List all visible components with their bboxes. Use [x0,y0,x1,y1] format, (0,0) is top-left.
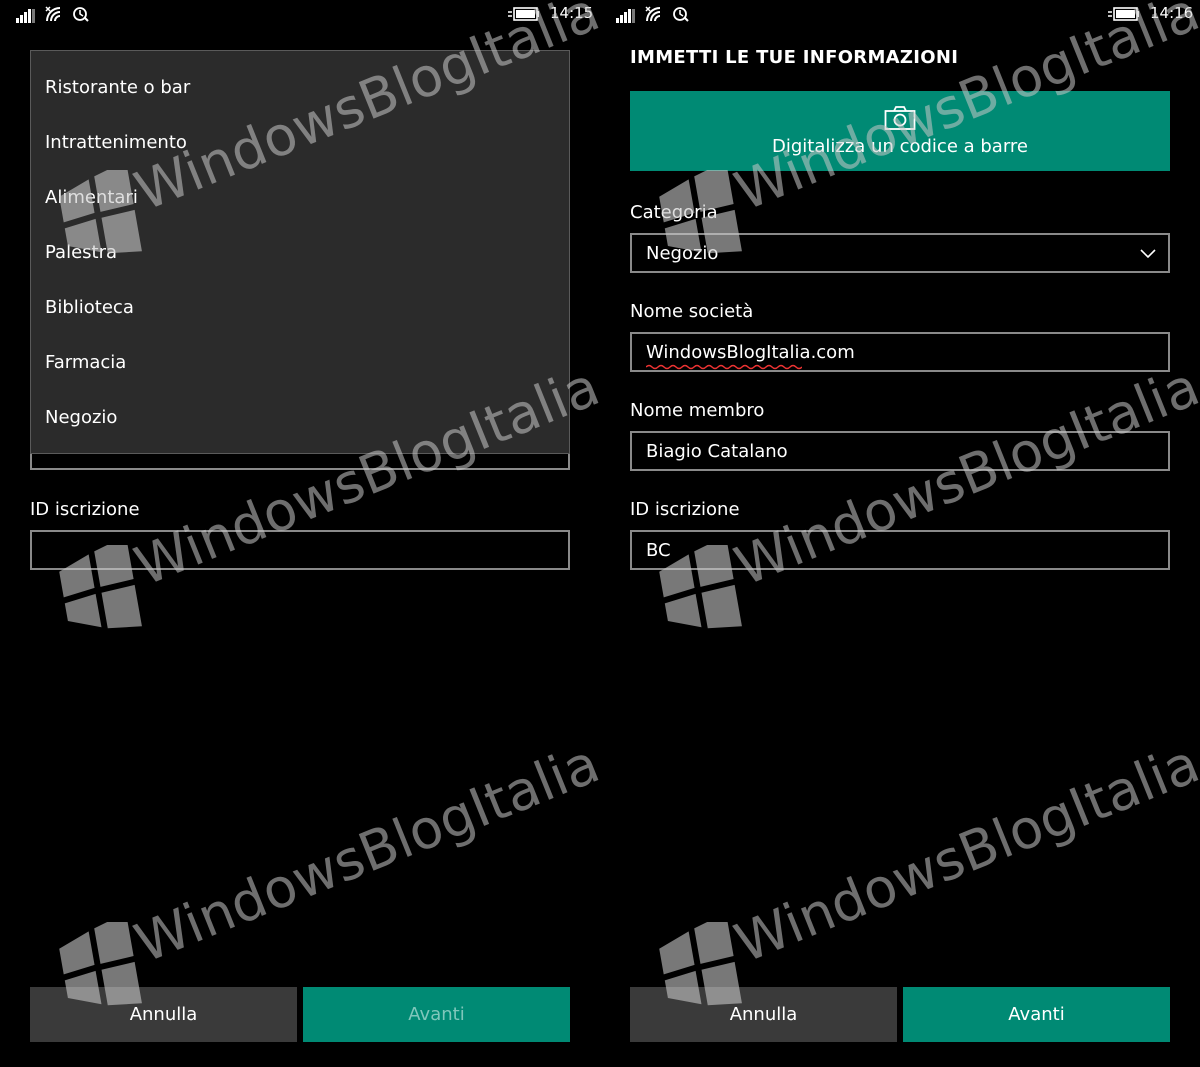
category-label: Categoria [630,202,718,223]
dropdown-option-palestra[interactable]: Palestra [45,242,117,263]
cancel-button[interactable]: Annulla [30,987,297,1042]
battery-icon [1108,7,1139,21]
status-time: 14:15 [550,4,594,22]
screen-enter-information: 14:16 IMMETTI LE TUE INFORMAZIONI Digita… [600,0,1200,1067]
dropdown-option-farmacia[interactable]: Farmacia [45,352,126,373]
signal-icon [16,5,36,23]
wifi-icon [645,6,661,22]
watermark-text: WindowsBlogItalia [126,731,600,975]
quiet-hours-icon [673,7,689,22]
chevron-down-icon [1140,249,1156,259]
next-button[interactable]: Avanti [303,987,570,1042]
id-label: ID iscrizione [30,499,140,520]
id-label: ID iscrizione [630,499,740,520]
member-label: Nome membro [630,400,765,421]
company-input-value: WindowsBlogItalia.com [646,342,855,363]
screen-category-dropdown: 14:15 Ristorante o bar Intrattenimento A… [0,0,600,1067]
scan-barcode-button[interactable]: Digitalizza un codice a barre [630,91,1170,171]
category-dropdown-list[interactable]: Ristorante o bar Intrattenimento Aliment… [30,50,570,454]
signal-icon [616,5,636,23]
watermark: WindowsBlogItalia [655,732,1200,1012]
company-label: Nome società [630,301,754,322]
id-input[interactable]: BC [630,530,1170,570]
dropdown-option-alimentari[interactable]: Alimentari [45,187,138,208]
id-input[interactable] [30,530,570,570]
spellcheck-underline [646,364,802,370]
category-select-behind [30,452,570,470]
scan-barcode-label: Digitalizza un codice a barre [772,136,1028,157]
status-time: 14:16 [1150,4,1194,22]
wifi-icon [45,6,61,22]
page-title: IMMETTI LE TUE INFORMAZIONI [630,47,959,68]
id-input-value: BC [646,540,671,561]
cancel-button[interactable]: Annulla [630,987,897,1042]
dropdown-option-ristorante[interactable]: Ristorante o bar [45,77,190,98]
company-input[interactable]: WindowsBlogItalia.com [630,332,1170,372]
camera-icon [884,106,916,130]
dropdown-option-intrattenimento[interactable]: Intrattenimento [45,132,187,153]
category-select[interactable]: Negozio [630,233,1170,273]
watermark-text: WindowsBlogItalia [726,731,1200,975]
status-bar: 14:15 [0,0,600,30]
next-button[interactable]: Avanti [903,987,1170,1042]
battery-icon [508,7,539,21]
dropdown-option-biblioteca[interactable]: Biblioteca [45,297,134,318]
status-bar: 14:16 [600,0,1200,30]
category-select-value: Negozio [646,243,719,264]
member-input[interactable]: Biagio Catalano [630,431,1170,471]
quiet-hours-icon [73,7,89,22]
member-input-value: Biagio Catalano [646,441,788,462]
watermark: WindowsBlogItalia [55,732,600,1012]
dropdown-option-negozio[interactable]: Negozio [45,407,117,428]
